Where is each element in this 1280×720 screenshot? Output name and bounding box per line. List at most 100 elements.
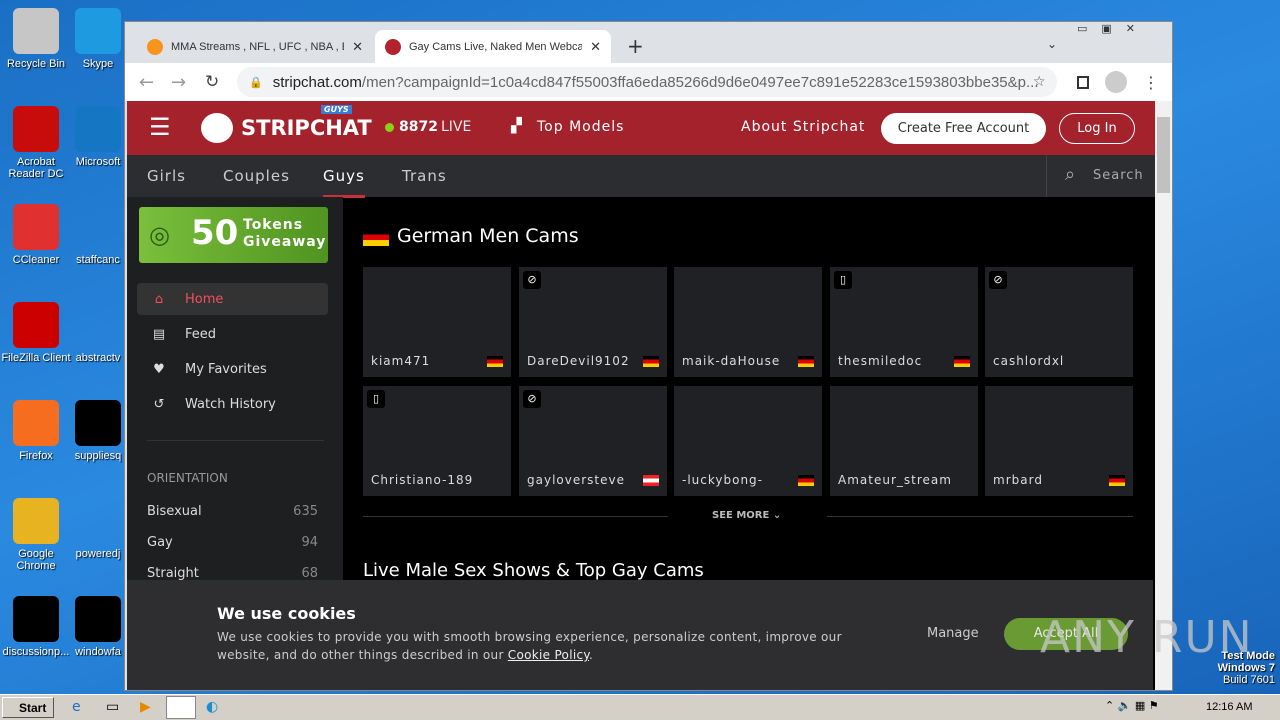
cam-card[interactable]: kiam471 bbox=[363, 267, 511, 377]
edge-icon[interactable]: ◐ bbox=[206, 699, 218, 715]
close-tab-icon[interactable]: ✕ bbox=[582, 39, 601, 55]
section-title: German Men Cams bbox=[397, 225, 579, 247]
cam-card[interactable]: ⊘ gayloversteve bbox=[519, 386, 667, 496]
app-icon bbox=[13, 302, 59, 348]
manage-button[interactable]: Manage bbox=[927, 626, 979, 641]
hamburger-icon[interactable]: ☰ bbox=[149, 113, 171, 141]
tab-stripchat[interactable]: Gay Cams Live, Naked Men Webcam ✕ bbox=[375, 30, 611, 63]
top-models-link[interactable]: Top Models bbox=[537, 119, 624, 135]
create-account-button[interactable]: Create Free Account bbox=[881, 113, 1046, 144]
logo-badge: GUYS bbox=[321, 105, 352, 114]
home-icon: ⌂ bbox=[154, 291, 164, 307]
favicon-icon bbox=[385, 38, 401, 55]
tray-icons[interactable]: ⌃ 🔈 ▦ ⚑ bbox=[1105, 699, 1159, 712]
cam-name: gayloversteve bbox=[527, 473, 625, 487]
nav-girls[interactable]: Girls bbox=[147, 167, 186, 185]
vr-icon: ⊘ bbox=[523, 271, 541, 289]
nav-guys[interactable]: Guys bbox=[323, 167, 365, 198]
profile-icon[interactable] bbox=[1105, 71, 1127, 93]
section2-title: Live Male Sex Shows & Top Gay Cams bbox=[363, 560, 704, 581]
app-icon bbox=[75, 596, 121, 642]
window-controls[interactable]: ▭▣✕ bbox=[1077, 22, 1149, 35]
cam-name: Christiano-189 bbox=[371, 473, 474, 487]
watermark: ANY RUN bbox=[1040, 612, 1254, 663]
country-flag-icon bbox=[798, 475, 814, 486]
orientation-bisexual[interactable]: Bisexual 635 bbox=[147, 504, 318, 519]
cam-name: -luckybong- bbox=[682, 473, 764, 487]
site-header: ☰ STRIPCHAT GUYS 8872 LIVE ▞ Top Models … bbox=[127, 101, 1155, 155]
see-more-button[interactable]: SEE MORE ⌄ bbox=[712, 510, 781, 521]
app-icon bbox=[13, 106, 59, 152]
tokens-giveaway-banner[interactable]: ◎ 50 Tokens Giveaway bbox=[139, 207, 328, 263]
sidebar-item-feed[interactable]: ▤ Feed bbox=[137, 318, 328, 350]
cam-name: maik-daHouse bbox=[682, 354, 781, 368]
menu-icon[interactable]: ⋮ bbox=[1143, 73, 1159, 92]
scrollbar[interactable] bbox=[1155, 101, 1172, 690]
app-icon bbox=[75, 106, 121, 152]
podium-icon: ▞ bbox=[511, 118, 522, 134]
address-bar[interactable]: 🔒 stripchat.com/men?campaignId=1c0a4cd847… bbox=[237, 67, 1057, 97]
live-dot-icon bbox=[385, 123, 394, 132]
chrome-taskbar-icon[interactable] bbox=[166, 696, 196, 719]
feed-icon: ▤ bbox=[152, 326, 166, 342]
reload-icon[interactable]: ↻ bbox=[205, 72, 219, 92]
app-icon bbox=[13, 596, 59, 642]
browser-window: MMA Streams , NFL , UFC , NBA , Bo ✕ Gay … bbox=[124, 21, 1173, 691]
explorer-icon[interactable]: ▭ bbox=[106, 699, 119, 715]
cam-card[interactable]: -luckybong- bbox=[674, 386, 822, 496]
cam-card[interactable]: maik-daHouse bbox=[674, 267, 822, 377]
close-tab-icon[interactable]: ✕ bbox=[344, 39, 363, 55]
about-link[interactable]: About Stripchat bbox=[741, 119, 865, 135]
divider bbox=[363, 516, 668, 517]
cam-card[interactable]: mrbard bbox=[985, 386, 1133, 496]
mobile-icon: ▯ bbox=[367, 390, 385, 408]
side-panel-icon[interactable] bbox=[1077, 75, 1089, 89]
sidebar-item-home[interactable]: ⌂ Home bbox=[137, 283, 328, 315]
cookie-text: We use cookies to provide you with smoot… bbox=[217, 630, 842, 662]
cam-card[interactable]: ⊘ cashlordxl bbox=[985, 267, 1133, 377]
sidebar-item-history[interactable]: ↺ Watch History bbox=[137, 388, 328, 420]
sidebar-item-favorites[interactable]: ♥ My Favorites bbox=[137, 353, 328, 385]
cam-card[interactable]: ⊘ DareDevil9102 bbox=[519, 267, 667, 377]
country-flag-icon bbox=[643, 356, 659, 367]
country-flag-icon bbox=[487, 356, 503, 367]
ie-icon[interactable]: e bbox=[72, 699, 81, 715]
start-button[interactable]: Start bbox=[2, 697, 54, 718]
cam-card[interactable]: ▯ Christiano-189 bbox=[363, 386, 511, 496]
nav-couples[interactable]: Couples bbox=[223, 167, 290, 185]
search-input[interactable]: ⌕ Search bbox=[1046, 155, 1155, 197]
login-button[interactable]: Log In bbox=[1059, 113, 1135, 144]
search-icon: ⌕ bbox=[1065, 164, 1077, 185]
app-icon bbox=[75, 8, 121, 54]
orientation-straight[interactable]: Straight 68 bbox=[147, 566, 318, 581]
cam-name: cashlordxl bbox=[993, 354, 1065, 368]
orientation-gay[interactable]: Gay 94 bbox=[147, 535, 318, 550]
app-icon bbox=[75, 302, 121, 348]
heart-icon: ♥ bbox=[153, 361, 165, 377]
cam-name: DareDevil9102 bbox=[527, 354, 630, 368]
tab-search-icon[interactable]: ⌄ bbox=[1047, 37, 1057, 51]
cookie-policy-link[interactable]: Cookie Policy bbox=[508, 648, 589, 662]
clock[interactable]: 12:16 AM bbox=[1206, 701, 1252, 713]
star-icon[interactable]: ☆ bbox=[1033, 74, 1046, 90]
new-tab-icon[interactable]: + bbox=[627, 34, 644, 58]
cam-name: thesmiledoc bbox=[838, 354, 923, 368]
forward-icon[interactable]: → bbox=[171, 72, 186, 93]
tab-mma-streams[interactable]: MMA Streams , NFL , UFC , NBA , Bo ✕ bbox=[137, 30, 373, 63]
cookie-banner: We use cookies We use cookies to provide… bbox=[127, 580, 1153, 690]
media-player-icon[interactable]: ▶ bbox=[140, 699, 151, 715]
taskbar: Start e ▭ ▶ ◐ ⌃ 🔈 ▦ ⚑ 12:16 AM bbox=[0, 694, 1280, 720]
app-icon bbox=[13, 8, 59, 54]
coins-icon: ◎ bbox=[149, 221, 170, 249]
app-icon bbox=[75, 498, 121, 544]
vr-icon: ⊘ bbox=[989, 271, 1007, 289]
live-count: 8872 bbox=[399, 119, 438, 135]
logo[interactable]: STRIPCHAT bbox=[241, 116, 372, 140]
cam-name: kiam471 bbox=[371, 354, 431, 368]
cam-card[interactable]: Amateur_stream bbox=[830, 386, 978, 496]
nav-trans[interactable]: Trans bbox=[402, 167, 447, 185]
app-icon bbox=[75, 204, 121, 250]
back-icon[interactable]: ← bbox=[139, 72, 154, 93]
mobile-icon: ▯ bbox=[834, 271, 852, 289]
cam-card[interactable]: ▯ thesmiledoc bbox=[830, 267, 978, 377]
